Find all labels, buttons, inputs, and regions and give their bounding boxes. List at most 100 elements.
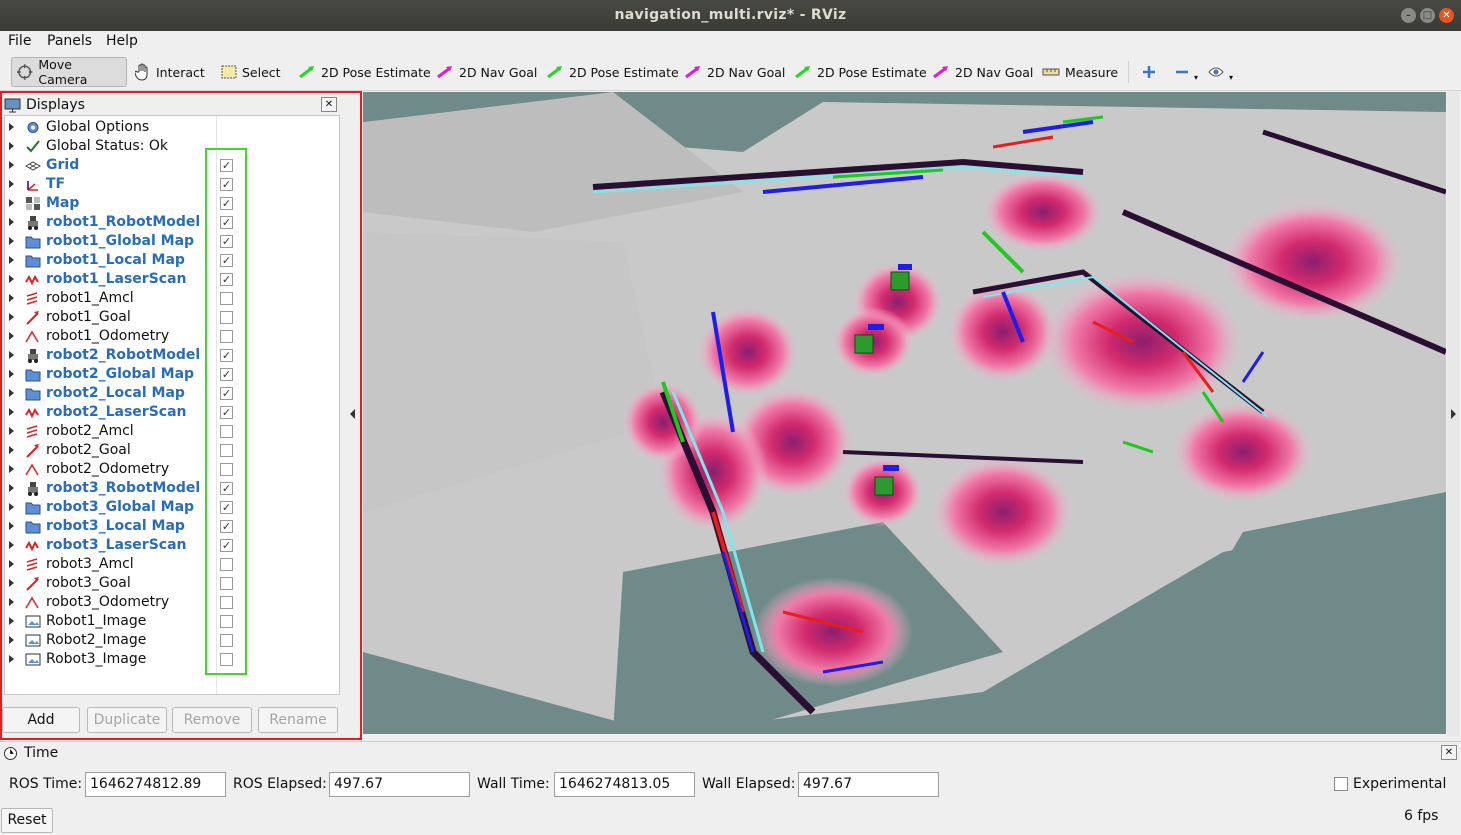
duplicate-display-button[interactable]: Duplicate [87,707,167,733]
ros-elapsed-field[interactable]: 497.67 [329,772,470,797]
expand-arrow-icon[interactable] [9,161,14,169]
expand-arrow-icon[interactable] [9,446,14,454]
expand-arrow-icon[interactable] [9,465,14,473]
tool-2d-pose-estimate-1[interactable]: 2D Pose Estimate [294,57,435,87]
menu-help[interactable]: Help [106,33,138,49]
expand-arrow-icon[interactable] [9,123,14,131]
expand-arrow-icon[interactable] [9,351,14,359]
view-menu-button[interactable]: ▾ [1204,57,1237,87]
display-item[interactable]: robot1_Amcl [5,289,339,308]
display-item[interactable]: robot3_Local Map ✓ [5,517,339,536]
rename-display-button[interactable]: Rename [258,707,338,733]
tool-2d-pose-estimate-2[interactable]: 2D Pose Estimate [542,57,683,87]
tool-2d-nav-goal-2[interactable]: 2D Nav Goal [680,57,789,87]
expand-arrow-icon[interactable] [9,275,14,283]
display-item[interactable]: robot2_Local Map ✓ [5,384,339,403]
expand-arrow-icon[interactable] [9,256,14,264]
display-item[interactable]: robot2_Global Map ✓ [5,365,339,384]
menu-file[interactable]: File [8,33,31,49]
display-item[interactable]: robot1_Goal [5,308,339,327]
display-item[interactable]: Robot2_Image [5,631,339,650]
display-item[interactable]: robot2_LaserScan ✓ [5,403,339,422]
tool-select[interactable]: Select [217,57,285,87]
tool-2d-nav-goal-1[interactable]: 2D Nav Goal [432,57,541,87]
expand-arrow-icon[interactable] [9,427,14,435]
display-item[interactable]: Global Status: Ok [5,137,339,156]
pose-icon [26,577,39,591]
remove-tool-button[interactable]: ▾ [1171,57,1202,87]
expand-arrow-icon[interactable] [9,408,14,416]
display-item[interactable]: robot3_Global Map ✓ [5,498,339,517]
tool-interact[interactable]: Interact [131,57,209,87]
display-item[interactable]: robot2_Goal [5,441,339,460]
displays-close-button[interactable]: ✕ [321,97,337,112]
display-item[interactable]: robot1_Odometry [5,327,339,346]
tool-2d-nav-goal-3[interactable]: 2D Nav Goal [928,57,1037,87]
expand-arrow-icon[interactable] [9,142,14,150]
displays-tree[interactable]: Global Options Global Status: Ok Grid ✓ TF ✓ M… [4,115,340,695]
ros-time-field[interactable]: 1646274812.89 [85,772,226,797]
maximize-button[interactable]: □ [1420,8,1435,23]
right-splitter[interactable] [1447,91,1459,736]
expand-arrow-icon[interactable] [9,598,14,606]
expand-arrow-icon[interactable] [9,313,14,321]
display-item-label: robot2_LaserScan [46,404,187,420]
expand-arrow-icon[interactable] [9,541,14,549]
render-viewport[interactable] [363,92,1446,734]
expand-arrow-icon[interactable] [9,503,14,511]
display-item[interactable]: Global Options [5,118,339,137]
add-display-button[interactable]: Add [2,707,80,733]
display-item[interactable]: Map ✓ [5,194,339,213]
display-item[interactable]: robot1_LaserScan ✓ [5,270,339,289]
expand-arrow-icon[interactable] [9,237,14,245]
display-item[interactable]: robot1_Local Map ✓ [5,251,339,270]
display-item[interactable]: TF ✓ [5,175,339,194]
wall-elapsed-label: Wall Elapsed: [702,776,796,792]
experimental-checkbox[interactable] [1334,777,1348,791]
expand-arrow-icon[interactable] [9,522,14,530]
toolbar-separator [1128,61,1129,83]
display-item[interactable]: Robot3_Image [5,650,339,669]
menu-panels[interactable]: Panels [47,33,92,49]
expand-arrow-icon[interactable] [9,294,14,302]
expand-arrow-icon[interactable] [9,199,14,207]
tool-2d-pose-estimate-3[interactable]: 2D Pose Estimate [790,57,931,87]
expand-arrow-icon[interactable] [9,560,14,568]
display-item[interactable]: robot2_RobotModel ✓ [5,346,339,365]
wall-time-field[interactable]: 1646274813.05 [554,772,695,797]
expand-arrow-icon[interactable] [9,389,14,397]
display-item[interactable]: robot1_RobotModel ✓ [5,213,339,232]
expand-arrow-icon[interactable] [9,655,14,663]
display-item[interactable]: robot2_Amcl [5,422,339,441]
add-tool-button[interactable] [1138,57,1165,87]
expand-arrow-icon[interactable] [9,218,14,226]
display-item[interactable]: robot3_RobotModel ✓ [5,479,339,498]
expand-arrow-icon[interactable] [9,579,14,587]
display-item[interactable]: robot3_Amcl [5,555,339,574]
expand-arrow-icon[interactable] [9,636,14,644]
wall-elapsed-field[interactable]: 497.67 [798,772,939,797]
display-item[interactable]: Robot1_Image [5,612,339,631]
display-item[interactable]: Grid ✓ [5,156,339,175]
display-item[interactable]: robot3_Odometry [5,593,339,612]
tool-measure[interactable]: Measure [1038,57,1122,87]
reset-button[interactable]: Reset [1,808,53,833]
expand-arrow-icon[interactable] [9,617,14,625]
expand-arrow-icon[interactable] [9,370,14,378]
expand-arrow-icon[interactable] [9,180,14,188]
close-button[interactable]: ✕ [1439,8,1454,23]
ros-time-label: ROS Time: [9,776,83,792]
left-splitter[interactable] [347,91,359,736]
expand-arrow-icon[interactable] [9,332,14,340]
expand-arrow-icon[interactable] [9,484,14,492]
gear-icon [27,122,39,133]
minimize-button[interactable]: – [1401,8,1416,23]
display-item[interactable]: robot3_LaserScan ✓ [5,536,339,555]
display-item[interactable]: robot2_Odometry [5,460,339,479]
display-item[interactable]: robot3_Goal [5,574,339,593]
remove-display-button[interactable]: Remove [172,707,252,733]
time-close-button[interactable]: ✕ [1441,745,1457,760]
tool-label: 2D Nav Goal [459,64,538,80]
tool-move-camera[interactable]: Move Camera [11,57,127,87]
display-item[interactable]: robot1_Global Map ✓ [5,232,339,251]
